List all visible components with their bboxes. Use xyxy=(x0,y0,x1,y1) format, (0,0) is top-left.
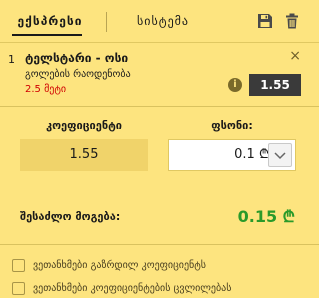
betslip-panel: ექსპრესი სისტემა 1 ტელსტარი - ოსი გოლები… xyxy=(0,0,319,298)
tab-divider xyxy=(106,12,107,32)
bet-number: 1 xyxy=(8,53,15,66)
close-icon[interactable]: × xyxy=(289,49,301,63)
accept-higher-odds-label: ვეთანხმები გაზრდილ კოეფიციენტს xyxy=(33,260,207,271)
stake-input[interactable]: 0.1 ₾ xyxy=(168,139,296,171)
stake-amount: 0.1 ₾ xyxy=(234,147,269,162)
tab-express-label: ექსპრესი xyxy=(17,14,83,28)
trash-icon[interactable] xyxy=(284,13,300,29)
potential-win-label: შესაძლო მოგება: xyxy=(20,210,121,223)
stake-dropdown-button[interactable] xyxy=(268,143,292,167)
accept-odds-change-label: ვეთანხმები კოეფიციენტების ცვლილებას xyxy=(33,283,232,294)
stake-label: ფსონი: xyxy=(211,119,253,132)
tab-express[interactable]: ექსპრესი xyxy=(0,0,100,40)
potential-win-value: 0.15 ₾ xyxy=(237,207,295,226)
odds-badge: 1.55 xyxy=(249,74,301,96)
chevron-down-icon xyxy=(274,152,286,160)
active-tab-underline xyxy=(12,34,82,36)
accept-odds-change-option[interactable]: ვეთანხმები კოეფიციენტების ცვლილებას xyxy=(12,281,312,297)
betslip-tabs: ექსპრესი სისტემა xyxy=(0,0,319,42)
accept-higher-odds-checkbox[interactable] xyxy=(12,259,25,272)
tab-system[interactable]: სისტემა xyxy=(118,0,208,40)
tab-system-label: სისტემა xyxy=(136,14,190,28)
win-divider xyxy=(0,244,319,245)
bet-market: გოლების რაოდენობა xyxy=(25,69,131,80)
save-icon[interactable] xyxy=(257,13,273,29)
accept-higher-odds-option[interactable]: ვეთანხმები გაზრდილ კოეფიციენტს xyxy=(12,258,312,274)
coefficient-label: კოეფიციენტი xyxy=(45,119,123,132)
bet-match-title: ტელსტარი - ოსი xyxy=(25,51,129,65)
bet-selection: 2.5 მეტი xyxy=(25,84,67,95)
info-icon[interactable]: i xyxy=(228,78,242,92)
accept-odds-change-checkbox[interactable] xyxy=(12,282,25,295)
total-coefficient: 1.55 xyxy=(20,139,148,171)
bet-divider xyxy=(0,106,319,107)
bet-item: 1 ტელსტარი - ოსი გოლების რაოდენობა 2.5 მ… xyxy=(0,43,319,106)
